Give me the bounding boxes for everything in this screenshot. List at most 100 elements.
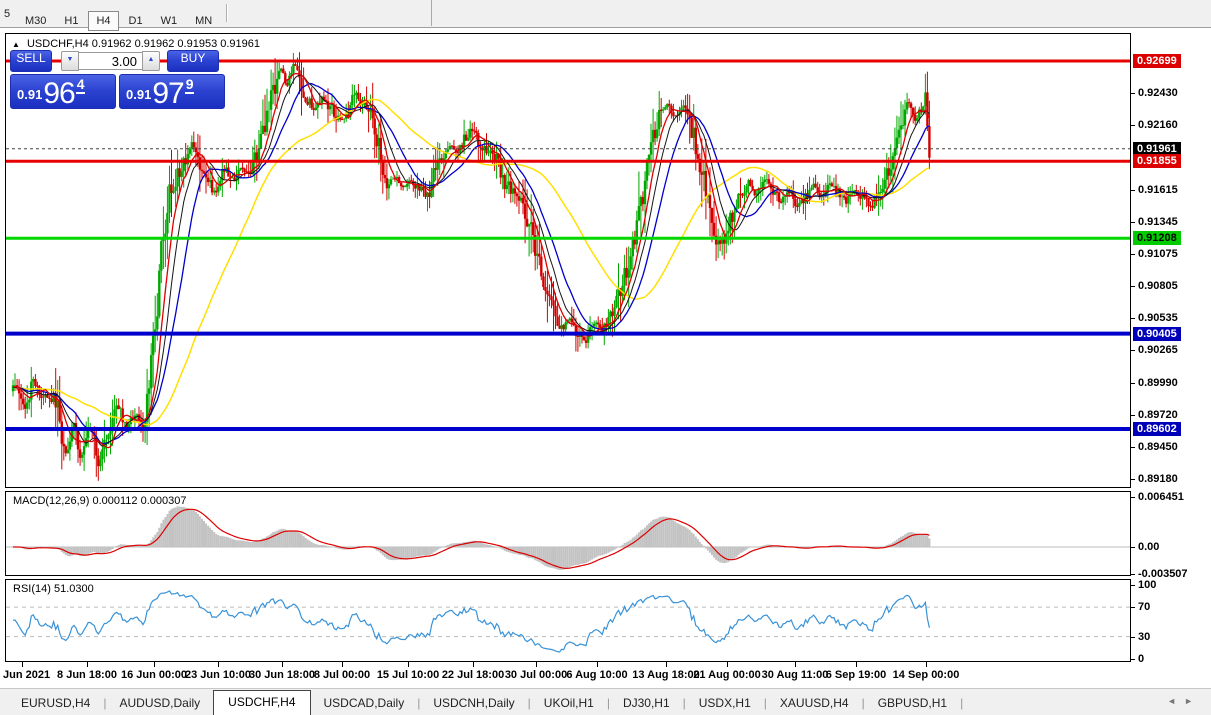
chart-tab-DJ30-H1[interactable]: DJ30,H1 [610,692,683,715]
mt4-window: 5M30H1H4D1W1MN ▲ USDCHF,H4 0.91962 0.919… [0,0,1211,715]
timeframe-button-H1[interactable]: H1 [56,11,86,31]
time-tick [342,662,343,667]
time-axis-label: 22 Jul 18:00 [442,669,504,681]
price-axis-label: 0.91345 [1138,216,1178,229]
sell-price-big-digits: 96 [43,81,74,106]
price-axis[interactable]: 0.926990.924300.921600.919610.918550.916… [1131,0,1211,715]
price-axis-label: 0.91075 [1138,248,1178,261]
tab-scroll-right-icon[interactable]: ► [1184,696,1201,706]
time-axis-label: 6 Aug 10:00 [566,669,627,681]
chart-tab-XAUUSD-H4[interactable]: XAUUSD,H4 [767,692,862,715]
time-tick [408,662,409,667]
macd-label: MACD(12,26,9) 0.000112 0.000307 [13,495,186,507]
time-axis-label: 14 Sep 00:00 [893,669,960,681]
buy-price-prefix: 0.91 [126,87,151,102]
price-axis-label: 0.91615 [1138,184,1178,197]
time-tick [473,662,474,667]
volume-increase-button[interactable]: ▲ [142,51,160,71]
time-axis-label: 13 Aug 18:00 [632,669,699,681]
axis-tick [1131,125,1135,126]
chart-tab-AUDUSD-Daily[interactable]: AUDUSD,Daily [106,692,213,715]
time-tick [22,662,23,667]
axis-tick [1131,254,1135,255]
chart-tab-USDCHF-H4[interactable]: USDCHF,H4 [213,690,310,715]
axis-tick [1131,415,1135,416]
time-axis-label: 16 Jun 00:00 [121,669,187,681]
time-tick [597,662,598,667]
time-axis-label: 23 Jun 10:00 [185,669,251,681]
price-badge-red: 0.92699 [1133,54,1181,68]
time-axis-label: 8 Jul 00:00 [314,669,370,681]
rsi-indicator-frame[interactable]: RSI(14) 51.0300 [5,579,1131,662]
rsi-axis-label: 0 [1138,653,1144,666]
price-axis-label: 0.92160 [1138,119,1178,132]
chart-tab-bar: EURUSD,H4|AUDUSD,DailyUSDCHF,H4USDCAD,Da… [0,688,1211,715]
chart-tab-GBPUSD-H1[interactable]: GBPUSD,H1 [865,692,960,715]
timeframe-button-W1[interactable]: W1 [153,11,186,31]
time-tick [666,662,667,667]
tab-scroll-left-icon[interactable]: ◄ [1167,696,1184,706]
triangle-down-icon: ▼ [67,56,74,63]
buy-price-display[interactable]: 0.91 97 9 [119,74,225,109]
sell-price-prefix: 0.91 [17,87,42,102]
price-badge-blue: 0.90405 [1133,327,1181,341]
price-axis-label: 0.90265 [1138,344,1178,357]
time-tick [795,662,796,667]
time-tick [218,662,219,667]
time-axis-label: 15 Jul 10:00 [377,669,439,681]
axis-tick [1131,479,1135,480]
time-tick [727,662,728,667]
timeframe-button-group: 5M30H1H4D1W1MN [0,0,432,26]
one-click-trading-panel: SELL ▼ ▲ BUY 0.91 96 4 0.91 97 9 [10,51,232,109]
price-axis-label: 0.89450 [1138,441,1178,454]
toolbar-separator [226,4,228,22]
volume-input[interactable] [79,52,142,70]
chart-tab-UKOil-H1[interactable]: UKOil,H1 [531,692,607,715]
volume-decrease-button[interactable]: ▼ [61,51,79,71]
price-badge-blue: 0.89602 [1133,422,1181,436]
timeframe-button-MN[interactable]: MN [187,11,220,31]
axis-tick [1131,190,1135,191]
sell-button[interactable]: SELL [10,50,52,72]
axis-tick [1131,607,1135,608]
sell-price-pip-digit: 4 [76,78,86,94]
price-axis-label: 0.89180 [1138,473,1178,486]
timeframe-button-partial[interactable]: 5 [1,4,15,24]
time-axis[interactable]: 1 Jun 20218 Jun 18:0016 Jun 00:0023 Jun … [0,662,1131,688]
tab-scroll-arrows[interactable]: ◄► [1167,696,1201,706]
time-axis-label: 6 Sep 19:00 [826,669,887,681]
time-tick [87,662,88,667]
price-badge-green: 0.91208 [1133,231,1181,245]
buy-button[interactable]: BUY [167,50,219,72]
axis-tick [1131,286,1135,287]
rsi-label: RSI(14) 51.0300 [13,583,94,595]
price-axis-label: 0.92430 [1138,87,1178,100]
collapse-triangle-icon[interactable]: ▲ [12,40,20,49]
time-tick [536,662,537,667]
chart-tab-USDCNH-Daily[interactable]: USDCNH,Daily [420,692,527,715]
price-axis-label: 0.89720 [1138,409,1178,422]
axis-tick [1131,383,1135,384]
timeframe-button-M30[interactable]: M30 [17,11,54,31]
time-axis-label: 1 Jun 2021 [0,669,50,681]
timeframe-button-H4[interactable]: H4 [88,11,118,31]
chart-tab-USDCAD-Daily[interactable]: USDCAD,Daily [311,692,418,715]
macd-indicator-frame[interactable]: MACD(12,26,9) 0.000112 0.000307 [5,491,1131,576]
sell-price-display[interactable]: 0.91 96 4 [10,74,116,109]
time-tick [926,662,927,667]
axis-tick [1131,318,1135,319]
axis-tick [1131,447,1135,448]
chart-tab-USDX-H1[interactable]: USDX,H1 [686,692,764,715]
macd-axis-label: 0.006451 [1138,491,1184,504]
axis-tick [1131,637,1135,638]
chart-ohlc-values: 0.91962 0.91962 0.91953 0.91961 [92,38,260,50]
chart-tab-EURUSD-H4[interactable]: EURUSD,H4 [8,692,103,715]
rsi-axis-label: 30 [1138,631,1150,644]
time-tick [154,662,155,667]
timeframe-button-D1[interactable]: D1 [121,11,151,31]
time-axis-label: 30 Aug 11:00 [762,669,829,681]
price-axis-label: 0.90535 [1138,312,1178,325]
axis-tick [1131,547,1135,548]
buy-price-big-digits: 97 [152,81,183,106]
main-chart-frame[interactable]: ▲ USDCHF,H4 0.91962 0.91962 0.91953 0.91… [5,33,1131,488]
